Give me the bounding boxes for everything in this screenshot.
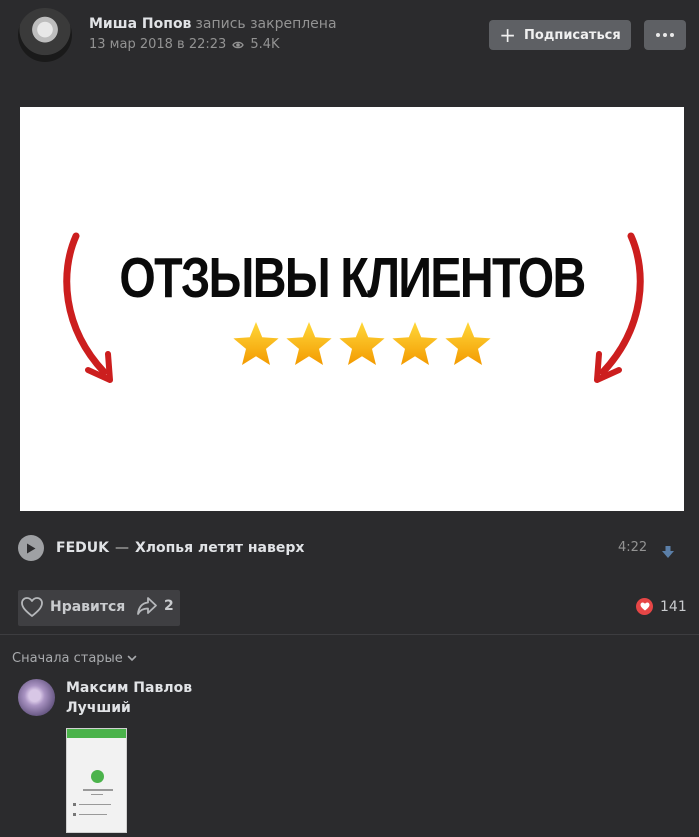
download-icon[interactable]	[661, 545, 675, 559]
star-icon	[392, 322, 438, 365]
banner-title: ОТЗЫВЫ КЛИЕНТОВ	[119, 246, 586, 310]
comment-text: Лучший	[66, 700, 131, 716]
star-icon	[286, 322, 332, 365]
share-count: 2	[164, 598, 174, 614]
heart-reaction-icon	[636, 598, 653, 615]
author-avatar[interactable]	[18, 8, 72, 62]
reactions-count: 141	[660, 598, 687, 615]
check-icon	[91, 770, 104, 783]
subscribe-button[interactable]: + Подписаться	[489, 20, 631, 50]
attachment-header	[67, 729, 126, 738]
comment-author[interactable]: Максим Павлов	[66, 680, 192, 696]
pinned-status: запись закреплена	[195, 16, 337, 32]
author-name[interactable]: Миша Попов	[89, 16, 191, 32]
audio-duration: 4:22	[618, 540, 648, 555]
reactions-summary[interactable]: 141	[636, 598, 687, 615]
comments-sort-toggle[interactable]: Сначала старые	[12, 651, 137, 666]
comment-image-attachment[interactable]	[66, 728, 127, 833]
plus-icon: +	[499, 23, 517, 47]
like-label: Нравится	[50, 599, 126, 615]
star-icon	[339, 322, 385, 365]
play-button[interactable]	[18, 535, 44, 561]
subscribe-label: Подписаться	[524, 27, 621, 43]
rating-stars	[233, 322, 491, 365]
post-meta: 13 мар 2018 в 22:23 5.4K	[89, 37, 280, 52]
post-image[interactable]: ОТЗЫВЫ КЛИЕНТОВ	[20, 107, 684, 511]
like-button[interactable]: Нравится	[20, 596, 125, 618]
divider	[0, 634, 699, 635]
post-author-line: Миша Попов запись закреплена	[89, 16, 337, 32]
eye-icon	[232, 41, 245, 48]
star-icon	[445, 322, 491, 365]
star-icon	[233, 322, 279, 365]
sort-label: Сначала старые	[12, 651, 123, 666]
comment-avatar[interactable]	[18, 679, 55, 716]
more-options-button[interactable]	[644, 20, 686, 50]
more-dots-icon	[656, 33, 660, 37]
audio-separator: —	[114, 540, 129, 556]
chevron-down-icon	[127, 655, 137, 662]
views-count: 5.4K	[250, 37, 280, 52]
heart-outline-icon	[21, 597, 43, 617]
share-icon	[137, 597, 157, 615]
post-date[interactable]: 13 мар 2018 в 22:23	[89, 37, 226, 52]
share-button[interactable]: 2	[136, 596, 174, 616]
audio-track[interactable]: FEDUK — Хлопья летят наверх	[56, 540, 304, 556]
play-icon	[27, 543, 36, 553]
audio-title: Хлопья летят наверх	[134, 540, 305, 556]
right-arrow-icon	[594, 232, 644, 383]
audio-artist[interactable]: FEDUK	[56, 540, 109, 556]
